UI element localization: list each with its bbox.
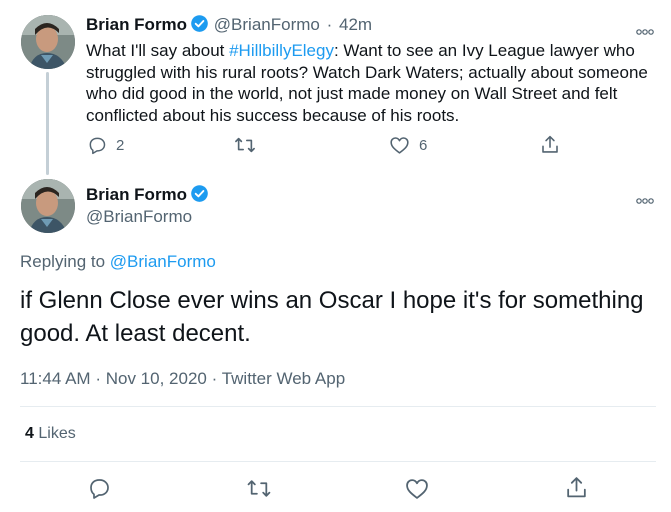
main-tweet-text: if Glenn Close ever wins an Oscar I hope… [20,287,644,347]
parent-tweet-text: What I'll say about #HillbillyElegy: Wan… [86,40,666,126]
author-handle[interactable]: @BrianFormo [86,206,192,228]
like-count: 6 [419,136,428,154]
share-icon [542,135,558,153]
separator-dot: · [95,369,101,388]
tweet-date[interactable]: Nov 10, 2020 [106,369,207,388]
retweet-icon [235,137,255,153]
share-icon [567,477,586,498]
verified-icon [190,14,209,39]
author-handle[interactable]: @BrianFormo [214,15,320,34]
reply-button[interactable] [87,476,111,505]
divider [20,406,656,407]
reply-icon [90,479,109,499]
like-button[interactable]: 6 [389,135,427,155]
avatar-image [21,15,75,69]
avatar-image [21,179,75,233]
likes-label: Likes [38,425,76,442]
like-button[interactable] [404,477,430,505]
like-icon [406,479,428,499]
more-icon[interactable] [636,22,654,35]
share-button[interactable] [565,475,588,505]
retweet-button[interactable] [234,135,265,155]
like-icon [390,137,409,154]
author-name[interactable]: Brian Formo [86,15,187,34]
avatar[interactable] [21,15,75,69]
separator-dot: · [211,369,218,388]
verified-icon [190,184,209,209]
tweet-timestamp[interactable]: 42m [339,15,372,34]
more-icon[interactable] [636,191,654,204]
thread-connector-line [46,72,49,175]
hashtag-link[interactable]: #HillbillyElegy [229,41,334,60]
divider [20,461,656,462]
retweet-icon [247,480,271,497]
author-name[interactable]: Brian Formo [86,185,187,204]
avatar[interactable] [21,179,75,233]
replying-to: Replying to @BrianFormo [20,251,216,273]
likes-link[interactable]: 4 Likes [25,423,76,445]
parent-tweet-header: Brian Formo @BrianFormo · 42m [86,14,372,39]
reply-button[interactable]: 2 [87,135,124,155]
share-button[interactable] [540,134,560,155]
separator-dot: · [326,15,333,34]
retweet-button[interactable] [246,477,272,505]
tweet-text-part: What I'll say about [86,41,230,60]
tweet-time[interactable]: 11:44 AM [20,369,91,388]
likes-count: 4 [25,425,34,442]
reply-count: 2 [116,136,125,154]
replying-prefix: Replying to [20,252,110,271]
tweet-source[interactable]: Twitter Web App [222,369,345,388]
mention-link[interactable]: @BrianFormo [110,252,216,271]
reply-icon [89,137,106,155]
tweet-thread: Brian Formo @BrianFormo · 42m What I'll … [0,0,671,512]
tweet-meta: 11:44 AM · Nov 10, 2020 · Twitter Web Ap… [20,368,345,390]
